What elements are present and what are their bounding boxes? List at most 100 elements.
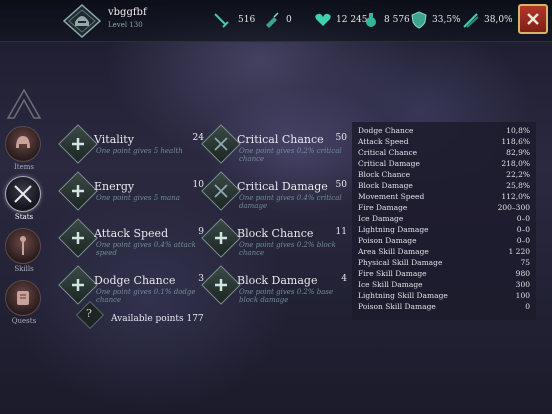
sidebar-item-quests[interactable]: Quests bbox=[5, 280, 43, 325]
sidebar-item-skills[interactable]: Skills bbox=[5, 228, 43, 273]
stat-row: Poison Skill Damage 0 bbox=[358, 302, 530, 312]
sidebar-item-stats[interactable]: Stats bbox=[5, 176, 43, 221]
skill-value: 11 bbox=[335, 227, 347, 237]
potion-icon bbox=[266, 12, 279, 28]
stat-row: Dodge Chance 10,8% bbox=[358, 126, 530, 136]
sidebar-item-label: Quests bbox=[11, 317, 37, 325]
scroll-icon bbox=[5, 280, 41, 316]
stat-row: Ice Damage 0–0 bbox=[358, 214, 530, 224]
stat-row: Movement Speed 112,0% bbox=[358, 192, 530, 202]
stat-value: 1 220 bbox=[508, 247, 530, 256]
close-button[interactable] bbox=[518, 4, 548, 34]
stat-row: Attack Speed 118,6% bbox=[358, 137, 530, 147]
skill-critical-damage: Critical Damage 50 One point gives 0.4% … bbox=[201, 171, 347, 217]
stat-label: Poison Damage bbox=[358, 236, 417, 245]
sidebar-item-label: Skills bbox=[14, 265, 34, 273]
stat-label: Lightning Damage bbox=[358, 225, 429, 234]
attack-value: 516 bbox=[238, 15, 256, 25]
stat-value: 300 bbox=[515, 280, 530, 289]
sidebar-item-items[interactable]: Items bbox=[5, 126, 43, 171]
skill-desc: One point gives 5 mana bbox=[96, 194, 180, 202]
helmet-portrait-icon bbox=[62, 3, 102, 39]
mana-value: 8 576 bbox=[384, 15, 410, 25]
stat-value: 0–0 bbox=[516, 236, 530, 245]
shield-icon bbox=[411, 11, 427, 29]
mana-flask-icon bbox=[366, 13, 376, 27]
stat-value: 0–0 bbox=[516, 214, 530, 223]
health-stat: 12 245 bbox=[314, 11, 368, 29]
close-icon bbox=[527, 13, 539, 25]
skill-block-damage: Block Damage 4 One point gives 0.2% base… bbox=[201, 265, 347, 311]
stat-label: Attack Speed bbox=[358, 137, 409, 146]
staff-icon bbox=[5, 228, 41, 264]
skill-desc: One point gives 0.2% block chance bbox=[239, 241, 336, 257]
skill-vitality: Vitality 24 One point gives 5 health bbox=[58, 124, 204, 170]
player-level: Level 130 bbox=[108, 21, 143, 29]
heart-icon bbox=[315, 13, 331, 26]
defense-value: 33,5% bbox=[432, 15, 461, 25]
stat-value: 22,2% bbox=[506, 170, 530, 179]
stat-value: 10,8% bbox=[506, 126, 530, 135]
stat-row: Fire Skill Damage 980 bbox=[358, 269, 530, 279]
potion-stat: 0 bbox=[262, 11, 292, 29]
stat-value: 980 bbox=[515, 269, 530, 278]
player-name: vbggfbf bbox=[108, 7, 147, 18]
skill-name: Block Damage bbox=[237, 274, 318, 287]
attack-stat: 516 bbox=[212, 11, 255, 29]
skill-value: 50 bbox=[335, 180, 347, 190]
plus-icon bbox=[72, 185, 84, 197]
question-mark-icon: ? bbox=[86, 307, 92, 320]
stats-panel: Dodge Chance 10,8% Attack Speed 118,6% Cri… bbox=[352, 122, 536, 320]
stat-label: Ice Skill Damage bbox=[358, 280, 423, 289]
stat-row: Fire Damage 200–300 bbox=[358, 203, 530, 213]
skill-attack-speed: Attack Speed 9 One point gives 0.4% atta… bbox=[58, 218, 204, 264]
skill-name: Block Chance bbox=[237, 227, 314, 240]
skill-value: 4 bbox=[341, 274, 347, 284]
sidebar-item-label: Items bbox=[14, 163, 34, 171]
stat-row: Ice Skill Damage 300 bbox=[358, 280, 530, 290]
skill-block-chance: Block Chance 11 One point gives 0.2% blo… bbox=[201, 218, 347, 264]
skill-desc: One point gives 5 health bbox=[96, 147, 183, 155]
plus-icon bbox=[215, 279, 227, 291]
top-bar: vbggfbf Level 130 516 0 12 245 8 576 33,… bbox=[0, 0, 552, 42]
stat-label: Block Damage bbox=[358, 181, 413, 190]
stat-value: 118,6% bbox=[501, 137, 530, 146]
skill-desc: One point gives 0.1% dodge chance bbox=[96, 288, 196, 304]
skill-name: Dodge Chance bbox=[94, 274, 176, 287]
stat-label: Movement Speed bbox=[358, 192, 425, 201]
stat-label: Critical Damage bbox=[358, 159, 420, 168]
stat-value: 0 bbox=[525, 302, 530, 311]
plus-icon bbox=[72, 279, 84, 291]
crossed-swords-icon bbox=[214, 184, 228, 198]
stat-value: 200–300 bbox=[497, 203, 530, 212]
stat-label: Area Skill Damage bbox=[358, 247, 429, 256]
potion-value: 0 bbox=[286, 15, 292, 25]
stat-label: Poison Skill Damage bbox=[358, 302, 436, 311]
skill-desc: One point gives 0.4% attack speed bbox=[96, 241, 196, 257]
mana-stat: 8 576 bbox=[362, 11, 410, 29]
sidebar-item-label: Stats bbox=[14, 213, 34, 221]
avatar[interactable] bbox=[62, 3, 102, 39]
stat-row: Critical Chance 82,9% bbox=[358, 148, 530, 158]
helmet-icon bbox=[5, 126, 41, 162]
stat-label: Fire Skill Damage bbox=[358, 269, 427, 278]
stat-value: 82,9% bbox=[506, 148, 530, 157]
stat-value: 218,0% bbox=[501, 159, 530, 168]
stat-label: Fire Damage bbox=[358, 203, 408, 212]
plus-icon bbox=[215, 232, 227, 244]
skill-name: Attack Speed bbox=[94, 227, 169, 240]
skill-desc: One point gives 0.2% critical chance bbox=[239, 147, 342, 163]
stat-row: Physical Skill Damage 75 bbox=[358, 258, 530, 268]
stat-value: 0–0 bbox=[516, 225, 530, 234]
sword-icon bbox=[214, 13, 229, 28]
sidebar-ornament bbox=[6, 88, 42, 119]
stat-value: 75 bbox=[520, 258, 530, 267]
skill-name: Critical Chance bbox=[237, 133, 324, 146]
stat-value: 25,8% bbox=[506, 181, 530, 190]
plus-icon bbox=[72, 138, 84, 150]
skill-desc: One point gives 0.2% base block damage bbox=[239, 288, 334, 304]
stat-label: Physical Skill Damage bbox=[358, 258, 443, 267]
stat-row: Area Skill Damage 1 220 bbox=[358, 247, 530, 257]
stat-label: Ice Damage bbox=[358, 214, 404, 223]
stat-label: Dodge Chance bbox=[358, 126, 414, 135]
